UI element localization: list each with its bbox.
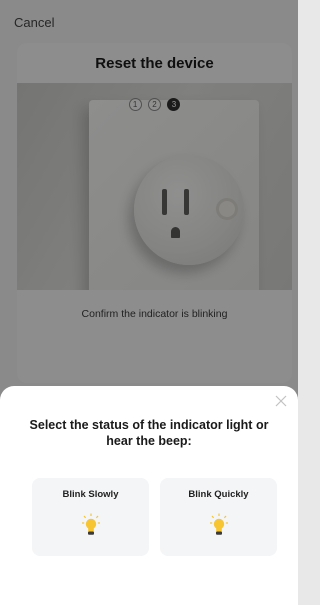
close-icon[interactable] xyxy=(274,395,288,409)
lightbulb-icon xyxy=(81,513,100,537)
option-label: Blink Quickly xyxy=(188,489,249,500)
blink-slowly-option[interactable]: Blink Slowly xyxy=(32,478,149,556)
sheet-title: Select the status of the indicator light… xyxy=(29,418,269,448)
option-label: Blink Slowly xyxy=(62,489,119,500)
lightbulb-icon xyxy=(209,513,228,537)
blink-quickly-option[interactable]: Blink Quickly xyxy=(160,478,277,556)
bottom-sheet: Select the status of the indicator light… xyxy=(0,386,298,605)
